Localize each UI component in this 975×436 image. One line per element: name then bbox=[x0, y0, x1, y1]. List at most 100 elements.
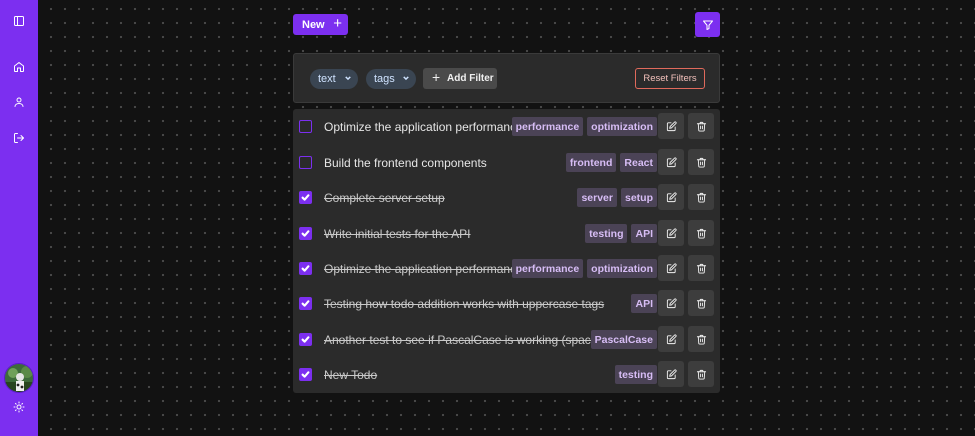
funnel-icon bbox=[702, 20, 713, 30]
tag-badge[interactable]: optimization bbox=[587, 117, 657, 136]
edit-button[interactable] bbox=[658, 113, 684, 139]
delete-button[interactable] bbox=[688, 255, 714, 281]
todo-text[interactable]: Complete server setup bbox=[324, 191, 445, 205]
plus-icon: + bbox=[333, 15, 342, 32]
todo-tags: server setup bbox=[577, 188, 657, 207]
trash-icon bbox=[696, 192, 706, 203]
todo-checkbox[interactable] bbox=[299, 297, 312, 310]
tag-badge[interactable]: performance bbox=[511, 117, 584, 136]
new-todo-button[interactable]: New + bbox=[293, 14, 348, 35]
trash-icon bbox=[696, 369, 706, 380]
tag-badge[interactable]: server bbox=[577, 188, 617, 207]
edit-icon bbox=[666, 368, 677, 379]
todo-checkbox[interactable] bbox=[299, 262, 312, 275]
todo-row: Build the frontend components frontend Rea… bbox=[293, 145, 720, 180]
todo-row: Another test to see if PascalCase is wor… bbox=[293, 322, 720, 357]
trash-icon bbox=[696, 121, 706, 132]
edit-button[interactable] bbox=[658, 220, 684, 246]
tag-badge[interactable]: testing bbox=[614, 365, 657, 384]
tag-badge[interactable]: API bbox=[631, 224, 657, 243]
sidebar bbox=[0, 0, 38, 436]
delete-button[interactable] bbox=[688, 290, 714, 316]
delete-button[interactable] bbox=[688, 361, 714, 387]
todo-text[interactable]: Build the frontend components bbox=[324, 156, 487, 170]
todo-tags: performance optimization bbox=[511, 117, 657, 136]
sun-icon[interactable] bbox=[9, 397, 29, 417]
filter-chip-text[interactable]: text bbox=[310, 69, 358, 89]
check-icon bbox=[301, 300, 310, 307]
delete-button[interactable] bbox=[688, 113, 714, 139]
check-icon bbox=[301, 265, 310, 272]
trash-icon bbox=[696, 334, 706, 345]
add-filter-label: Add Filter bbox=[447, 73, 494, 84]
check-icon bbox=[301, 371, 310, 378]
edit-icon bbox=[666, 297, 677, 308]
tag-badge[interactable]: optimization bbox=[587, 259, 657, 278]
user-icon[interactable] bbox=[9, 92, 29, 112]
home-icon[interactable] bbox=[9, 57, 29, 77]
todo-checkbox[interactable] bbox=[299, 191, 312, 204]
todo-tags: performance optimization bbox=[511, 259, 657, 278]
avatar[interactable] bbox=[4, 363, 34, 393]
edit-icon bbox=[666, 262, 677, 273]
filter-chip-label: tags bbox=[374, 73, 395, 85]
reset-filters-button[interactable]: Reset Filters bbox=[635, 68, 705, 89]
filter-chip-label: text bbox=[318, 73, 336, 85]
edit-button[interactable] bbox=[658, 290, 684, 316]
filter-chip-tags[interactable]: tags bbox=[366, 69, 416, 89]
edit-icon bbox=[666, 333, 677, 344]
tag-badge[interactable]: frontend bbox=[565, 153, 617, 172]
todo-text[interactable]: Write initial tests for the API bbox=[324, 227, 471, 241]
todo-row: Complete server setup server setup bbox=[293, 180, 720, 215]
trash-icon bbox=[696, 298, 706, 309]
edit-button[interactable] bbox=[658, 149, 684, 175]
trash-icon bbox=[696, 263, 706, 274]
todo-row: Optimize the application performance perf… bbox=[293, 109, 720, 144]
check-icon bbox=[301, 194, 310, 201]
todo-text[interactable]: Another test to see if PascalCase is wor… bbox=[324, 333, 611, 347]
add-filter-button[interactable]: + Add Filter bbox=[423, 68, 497, 89]
delete-button[interactable] bbox=[688, 220, 714, 246]
todo-checkbox[interactable] bbox=[299, 120, 312, 133]
chevron-down-icon bbox=[345, 75, 351, 81]
tag-badge[interactable]: API bbox=[631, 294, 657, 313]
delete-button[interactable] bbox=[688, 184, 714, 210]
filter-toggle-button[interactable] bbox=[695, 12, 720, 37]
todo-row: Optimize the application performance perf… bbox=[293, 251, 720, 286]
todo-text[interactable]: Optimize the application performance bbox=[324, 262, 523, 276]
todo-checkbox[interactable] bbox=[299, 333, 312, 346]
delete-button[interactable] bbox=[688, 326, 714, 352]
todo-row: Write initial tests for the API testing AP… bbox=[293, 216, 720, 251]
todo-tags: API bbox=[631, 294, 657, 313]
tag-badge[interactable]: testing bbox=[585, 224, 628, 243]
tag-badge[interactable]: React bbox=[620, 153, 657, 172]
todo-text[interactable]: New Todo bbox=[324, 368, 377, 382]
check-icon bbox=[301, 336, 310, 343]
panel-toggle-icon[interactable] bbox=[9, 11, 29, 31]
tag-badge[interactable]: PascalCase bbox=[590, 330, 657, 349]
chevron-down-icon bbox=[403, 75, 409, 81]
todo-tags: PascalCase bbox=[590, 330, 657, 349]
tag-badge[interactable]: setup bbox=[620, 188, 657, 207]
tag-badge[interactable]: performance bbox=[511, 259, 584, 278]
todo-text[interactable]: Testing how todo addition works with upp… bbox=[324, 297, 604, 311]
todo-tags: frontend React bbox=[565, 153, 657, 172]
todo-checkbox[interactable] bbox=[299, 156, 312, 169]
todo-checkbox[interactable] bbox=[299, 368, 312, 381]
filter-panel: text tags + Add Filter Reset Filters bbox=[293, 53, 720, 103]
edit-icon bbox=[666, 227, 677, 238]
logout-icon[interactable] bbox=[9, 128, 29, 148]
new-button-label: New bbox=[302, 18, 325, 31]
edit-button[interactable] bbox=[658, 326, 684, 352]
todo-tags: testing bbox=[614, 365, 657, 384]
edit-button[interactable] bbox=[658, 361, 684, 387]
edit-icon bbox=[666, 120, 677, 131]
edit-icon bbox=[666, 191, 677, 202]
trash-icon bbox=[696, 157, 706, 168]
todo-checkbox[interactable] bbox=[299, 227, 312, 240]
edit-button[interactable] bbox=[658, 184, 684, 210]
edit-button[interactable] bbox=[658, 255, 684, 281]
delete-button[interactable] bbox=[688, 149, 714, 175]
todo-row: Testing how todo addition works with upp… bbox=[293, 286, 720, 321]
todo-text[interactable]: Optimize the application performance bbox=[324, 120, 523, 134]
